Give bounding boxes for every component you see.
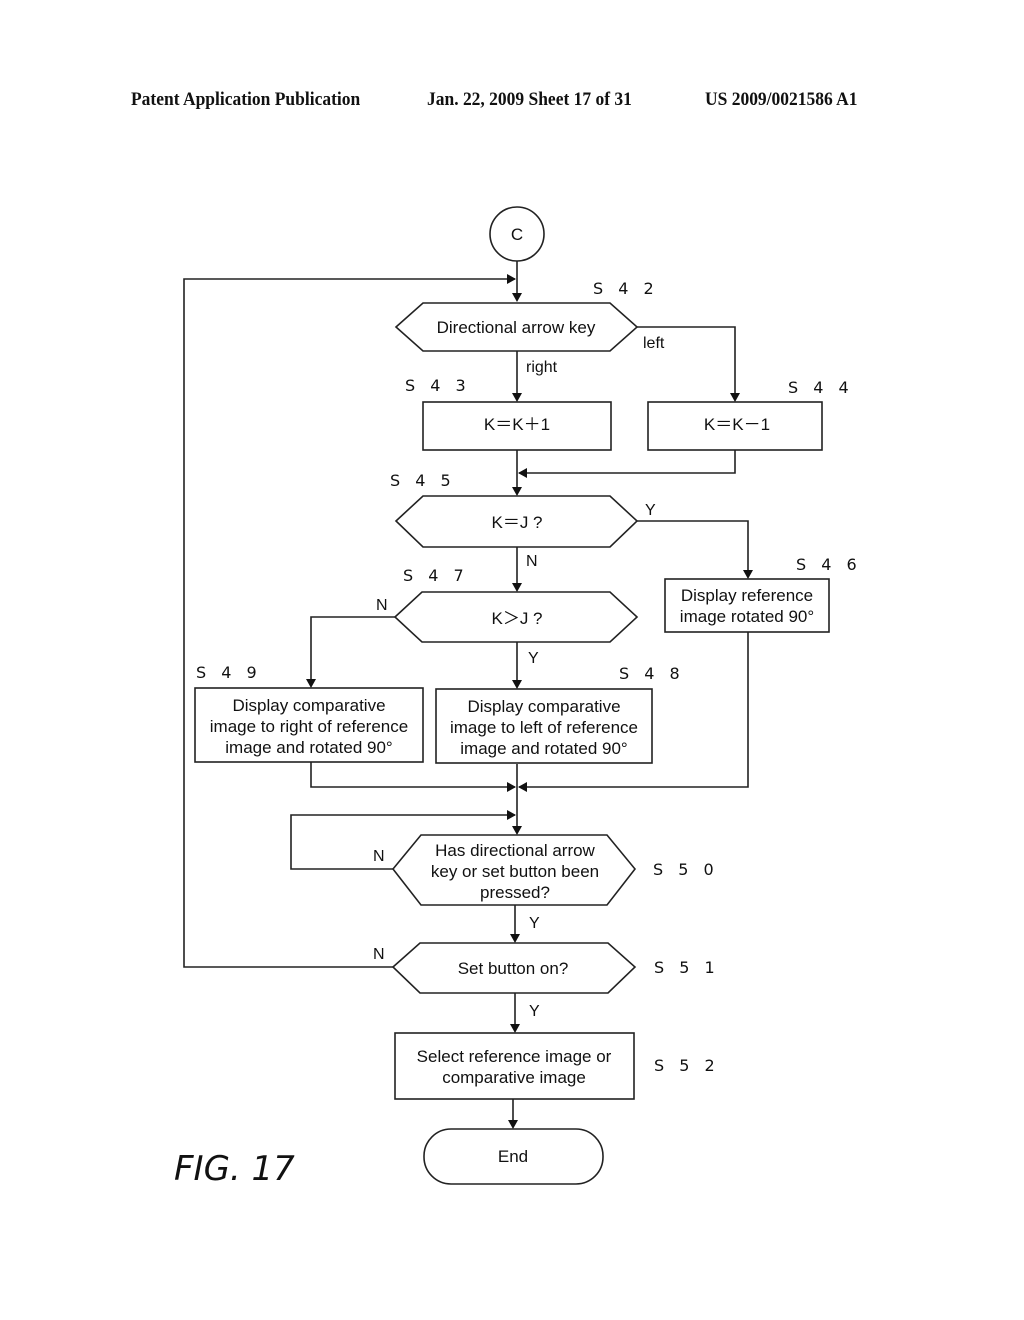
arrowhead xyxy=(512,393,522,402)
step-s49-process: Display comparative image to right of re… xyxy=(194,663,424,763)
branch-label-yes: Y xyxy=(528,650,539,667)
flowchart: C Directional arrow key S 4 2 right left… xyxy=(174,206,862,1189)
arrowhead xyxy=(743,570,753,579)
step-text-line: comparative image xyxy=(442,1068,586,1087)
branch-label-no: N xyxy=(526,553,538,570)
arrowhead xyxy=(518,782,527,792)
branch-label-left: left xyxy=(643,335,665,352)
branch-label-right: right xyxy=(526,359,558,376)
step-s47-decision: K＞J ? S 4 7 xyxy=(393,566,639,643)
step-label: S 4 8 xyxy=(619,664,685,683)
arrowhead xyxy=(508,1120,518,1129)
step-text: Directional arrow key xyxy=(437,318,596,337)
arrowhead xyxy=(306,679,316,688)
step-label: S 4 5 xyxy=(390,471,456,490)
end-label: End xyxy=(498,1147,528,1166)
figure-label: FIG. 17 xyxy=(174,1149,295,1189)
arrowhead xyxy=(518,468,527,478)
step-text: K＝K－1 xyxy=(704,415,770,434)
arrowhead xyxy=(510,934,520,943)
step-label: S 4 4 xyxy=(788,378,854,397)
step-text-line: Display reference xyxy=(681,586,813,605)
step-label: S 5 1 xyxy=(654,958,720,977)
arrowhead xyxy=(507,810,516,820)
connector-c: C xyxy=(489,206,545,262)
step-label: S 4 2 xyxy=(593,279,659,298)
step-s46-process: Display reference image rotated 90° S 4 … xyxy=(664,555,862,633)
branch-label-no: N xyxy=(376,597,388,614)
step-text-line: Has directional arrow xyxy=(435,841,595,860)
step-s44-process: K＝K－1 S 4 4 xyxy=(647,378,854,451)
arrowhead xyxy=(512,680,522,689)
end-terminator: End xyxy=(423,1128,604,1185)
arrowhead xyxy=(507,782,516,792)
step-text-line: pressed? xyxy=(480,883,550,902)
step-label: S 4 9 xyxy=(196,663,262,682)
arrowhead xyxy=(512,487,522,496)
branch-label-no: N xyxy=(373,848,385,865)
arrowhead xyxy=(507,274,516,284)
step-text: K＞J ? xyxy=(491,609,542,628)
step-text-line: Select reference image or xyxy=(417,1047,612,1066)
step-text: Set button on? xyxy=(458,959,569,978)
branch-label-no: N xyxy=(373,946,385,963)
step-label: S 5 2 xyxy=(654,1056,720,1075)
step-text: K＝J ? xyxy=(491,513,542,532)
connector-label: C xyxy=(511,225,523,244)
arrowhead xyxy=(730,393,740,402)
line-s49-merge xyxy=(310,762,515,788)
step-text-line: image to right of reference xyxy=(210,717,408,736)
step-text-line: Display comparative xyxy=(467,697,620,716)
step-s43-process: K＝K＋1 S 4 3 xyxy=(405,376,612,451)
line-s44-merge xyxy=(519,450,736,474)
step-text-line: image and rotated 90° xyxy=(225,738,392,757)
step-label: S 4 6 xyxy=(796,555,862,574)
arrowhead xyxy=(512,293,522,302)
step-text-line: key or set button been xyxy=(431,862,599,881)
step-label: S 5 0 xyxy=(653,860,719,879)
step-text-line: image to left of reference xyxy=(450,718,638,737)
step-text-line: image and rotated 90° xyxy=(460,739,627,758)
step-s45-decision: K＝J ? S 4 5 xyxy=(390,471,639,548)
branch-label-yes: Y xyxy=(529,915,540,932)
arrowhead xyxy=(512,583,522,592)
step-label: S 4 7 xyxy=(403,566,469,585)
step-s52-process: Select reference image or comparative im… xyxy=(394,1032,720,1100)
step-text: K＝K＋1 xyxy=(484,415,550,434)
step-text-line: Display comparative xyxy=(232,696,385,715)
step-s51-decision: Set button on? S 5 1 xyxy=(391,942,720,994)
step-s42-decision: Directional arrow key S 4 2 xyxy=(394,279,659,352)
branch-label-yes: Y xyxy=(529,1003,540,1020)
arrowhead xyxy=(512,826,522,835)
line-s47-s49 xyxy=(310,616,395,686)
branch-label-yes: Y xyxy=(645,502,656,519)
arrowhead xyxy=(510,1024,520,1033)
line-s45-s46 xyxy=(637,520,749,577)
process-box xyxy=(394,1032,635,1100)
step-text-line: image rotated 90° xyxy=(680,607,814,626)
step-s50-decision: Has directional arrow key or set button … xyxy=(391,834,719,906)
step-label: S 4 3 xyxy=(405,376,471,395)
step-s48-process: Display comparative image to left of ref… xyxy=(435,664,685,764)
